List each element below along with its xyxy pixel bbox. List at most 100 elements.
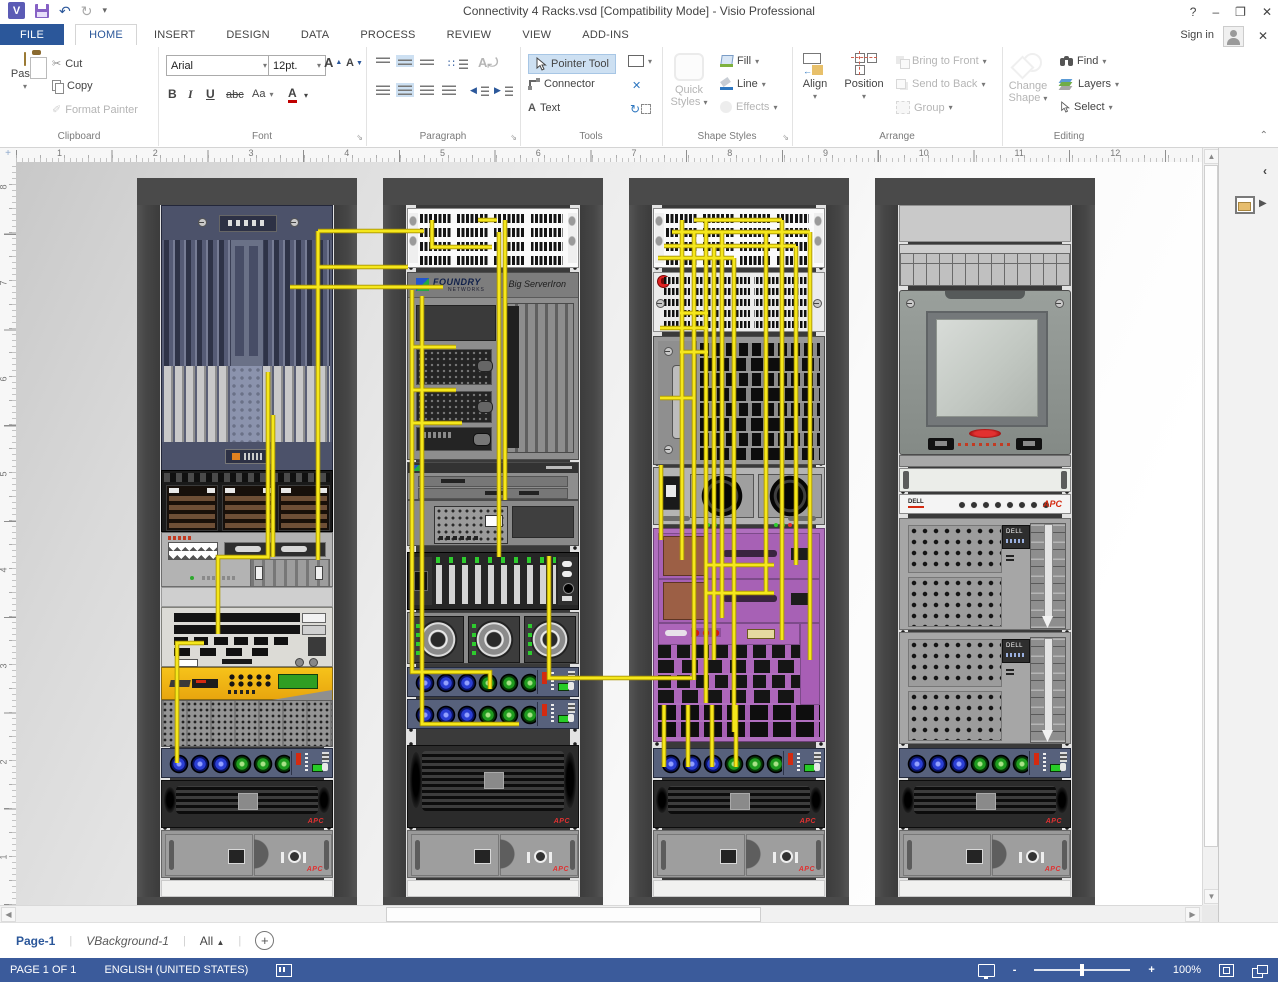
scroll-left-arrow[interactable]: ◀ <box>1 907 16 922</box>
position-button[interactable]: Position▾ <box>838 53 890 103</box>
tab-data[interactable]: DATA <box>287 24 344 45</box>
bold-button[interactable]: B <box>168 87 177 101</box>
load-balancer[interactable] <box>161 532 333 587</box>
rectangle-tool-button[interactable]: ▾ <box>628 55 652 67</box>
maximize-button[interactable]: ❐ <box>1235 5 1246 19</box>
close-button[interactable]: ✕ <box>1262 5 1272 19</box>
font-dialog-launcher[interactable]: ⇘ <box>356 133 363 142</box>
collapse-ribbon-button[interactable]: ⌃ <box>1260 130 1268 141</box>
fill-button[interactable]: Fill▾ <box>720 55 759 67</box>
dell-server[interactable]: DELL <box>899 632 1071 744</box>
decrease-indent-button[interactable]: ◀ <box>470 85 489 96</box>
group-button[interactable]: Group▾ <box>896 101 953 114</box>
status-language[interactable]: ENGLISH (UNITED STATES) <box>104 964 248 976</box>
cable-organizer[interactable] <box>899 244 1071 286</box>
blank-spacer[interactable] <box>161 587 333 607</box>
tab-insert[interactable]: INSERT <box>140 24 209 45</box>
zoom-level[interactable]: 100% <box>1173 964 1201 976</box>
ups-unit[interactable]: APC <box>161 780 333 828</box>
tab-view[interactable]: VIEW <box>508 24 565 45</box>
fit-page-icon[interactable] <box>1219 964 1234 977</box>
text-rotate-button[interactable]: A⤾ <box>478 55 498 71</box>
battery-module[interactable]: APC <box>899 830 1071 878</box>
battery-module[interactable]: APC <box>161 830 333 878</box>
align-middle-button[interactable] <box>398 57 412 65</box>
foundry-fastiron[interactable] <box>407 462 579 500</box>
foundry-bigserveriron[interactable]: FOUNDRY NETWORKS Big ServerIron <box>407 272 579 460</box>
stencil-icon[interactable] <box>1235 196 1255 214</box>
rack-4[interactable]: DELL APC DELL <box>875 178 1095 905</box>
horizontal-scroll-thumb[interactable] <box>386 907 761 922</box>
tab-review[interactable]: REVIEW <box>433 24 506 45</box>
align-left-button[interactable] <box>376 85 390 95</box>
patch-panel[interactable] <box>407 208 579 268</box>
ups-unit[interactable]: APC <box>899 780 1071 828</box>
ups-unit[interactable]: APC <box>407 745 579 828</box>
send-to-back-button[interactable]: Send to Back▾ <box>896 78 985 90</box>
rack-2[interactable]: FOUNDRY NETWORKS Big ServerIron <box>383 178 603 905</box>
bullets-button[interactable]: ∷ <box>448 57 468 70</box>
tab-addins[interactable]: ADD-INS <box>568 24 643 45</box>
sign-in-link[interactable]: Sign in <box>1180 29 1214 41</box>
power-distribution-panel[interactable] <box>653 748 825 778</box>
zoom-in-button[interactable]: + <box>1148 964 1154 976</box>
pointer-tool-button[interactable]: Pointer Tool <box>528 54 616 74</box>
battery-module[interactable]: APC <box>653 830 825 878</box>
font-family-combo[interactable]: Arial▾ <box>166 55 272 76</box>
paragraph-dialog-launcher[interactable]: ⇘ <box>510 133 517 142</box>
mesh-panel[interactable] <box>161 700 333 747</box>
power-supply-shelf[interactable] <box>407 500 579 546</box>
power-distribution-panel[interactable] <box>407 699 579 729</box>
blank-panel[interactable] <box>407 880 579 897</box>
horizontal-ruler[interactable]: 123456789101112 <box>16 148 1202 163</box>
text-tool-button[interactable]: A Text <box>528 102 560 114</box>
blank-panel[interactable] <box>899 880 1071 897</box>
blank-panel[interactable] <box>899 205 1071 242</box>
dell-server[interactable]: DELL <box>899 518 1071 630</box>
horizontal-scrollbar[interactable]: ◀ ▶ <box>0 905 1202 923</box>
bring-to-front-button[interactable]: Bring to Front▾ <box>896 55 987 67</box>
patch-panel[interactable] <box>653 208 825 268</box>
align-button[interactable]: ← Align▾ <box>794 53 836 103</box>
disk-shelf[interactable] <box>161 470 333 532</box>
keyboard-drawer[interactable] <box>899 468 1071 492</box>
grow-font-button[interactable]: A▲ <box>324 55 342 70</box>
zoom-slider[interactable] <box>1034 969 1130 971</box>
font-color-dropdown[interactable]: ▾ <box>304 91 308 100</box>
blade-chassis[interactable] <box>407 552 579 610</box>
layers-button[interactable]: Layers▾ <box>1060 78 1119 90</box>
presentation-mode-icon[interactable] <box>978 964 995 977</box>
modular-switch[interactable] <box>161 607 333 667</box>
underline-button[interactable]: U <box>206 87 215 101</box>
fan-tray[interactable] <box>653 467 825 525</box>
yellow-appliance[interactable] <box>161 667 333 700</box>
rack-3[interactable]: APC APC <box>629 178 849 905</box>
fan-tray[interactable] <box>407 612 579 664</box>
power-distribution-panel[interactable] <box>899 748 1071 778</box>
cut-button[interactable]: ✂ Cut <box>52 57 82 70</box>
page-tab-vbackground[interactable]: VBackground-1 <box>86 934 169 948</box>
all-pages-button[interactable]: All ▲ <box>200 934 225 948</box>
battery-module[interactable]: APC <box>407 830 579 878</box>
kvm-console[interactable] <box>899 290 1071 455</box>
font-color-button[interactable]: A <box>288 86 297 103</box>
expand-panel-chevron[interactable]: ‹ <box>1263 164 1267 178</box>
drawing-page[interactable]: APC APC <box>16 162 1202 905</box>
purple-switch-chassis[interactable] <box>653 528 825 742</box>
help-button[interactable]: ? <box>1190 5 1197 19</box>
switch-chassis[interactable] <box>653 336 825 465</box>
line-button[interactable]: Line▾ <box>720 78 766 90</box>
zoom-out-button[interactable]: - <box>1013 964 1017 976</box>
close-document-icon[interactable]: ✕ <box>1258 29 1268 43</box>
align-top-button[interactable] <box>376 57 390 63</box>
rack-1[interactable]: APC APC <box>137 178 357 905</box>
vertical-ruler[interactable]: 87654321 <box>0 162 17 905</box>
tab-home[interactable]: HOME <box>75 24 137 45</box>
align-center-button[interactable] <box>398 85 412 95</box>
justify-button[interactable] <box>442 85 456 95</box>
change-case-button[interactable]: Aa▾ <box>252 88 273 100</box>
new-page-button[interactable]: + <box>255 931 274 950</box>
rotate-tool-button[interactable]: ↻ <box>630 102 651 116</box>
tab-process[interactable]: PROCESS <box>346 24 429 45</box>
effects-button[interactable]: Effects▾ <box>720 101 777 113</box>
